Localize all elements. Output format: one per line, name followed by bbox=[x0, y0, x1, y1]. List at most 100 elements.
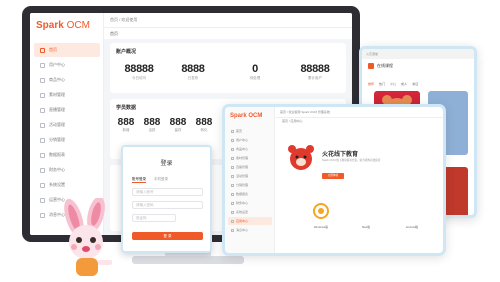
nav-icon bbox=[231, 210, 234, 214]
stat: 888 新增 bbox=[116, 117, 136, 133]
card-title: 学员数据 bbox=[116, 105, 137, 111]
tablet-nav-item-active[interactable]: 应用中心 bbox=[228, 217, 272, 225]
tab-hot[interactable]: 热门 bbox=[379, 82, 385, 86]
breadcrumb: 首页 bbox=[104, 28, 352, 39]
tab-cert[interactable]: 考证 bbox=[412, 82, 418, 86]
app-caption: Mac版 bbox=[361, 225, 371, 229]
sidebar-item-products[interactable]: 商品中心 bbox=[34, 73, 100, 87]
tablet-sidebar: Spark OCM 首页 用户中心 商品中心 素材管理 直播管理 活动管理 分销… bbox=[225, 107, 275, 253]
phone-header: 在线课程 bbox=[368, 63, 393, 69]
monitor-stand-base bbox=[132, 256, 244, 264]
login-button[interactable]: 登 录 bbox=[132, 232, 203, 240]
breadcrumb-label: 首页 bbox=[110, 30, 118, 36]
sidebar-item-home[interactable]: 首页 bbox=[34, 43, 100, 57]
metric: 0 待处理 bbox=[234, 63, 276, 81]
brand-logo[interactable]: Spark OCM bbox=[36, 20, 90, 31]
tablet-banner-title: 火花线下教育 bbox=[322, 152, 359, 158]
captcha-input[interactable]: 验证码 bbox=[132, 214, 176, 222]
home-icon bbox=[40, 47, 45, 53]
sidebar-item-finance[interactable]: 财务中心 bbox=[34, 163, 100, 177]
app-item-mac[interactable]: Mac版 bbox=[351, 207, 381, 229]
sidebar-item-label: 活动管理 bbox=[49, 122, 65, 127]
tablet-nav-item[interactable]: 商品中心 bbox=[228, 145, 272, 153]
metric-value: 0 bbox=[252, 63, 258, 75]
tab-phone-login[interactable]: 手机登录 bbox=[154, 177, 168, 183]
sidebar-item-users[interactable]: 用户中心 bbox=[34, 58, 100, 72]
media-icon bbox=[40, 92, 45, 98]
sidebar-item-label: 系统设置 bbox=[49, 182, 65, 187]
tab-account-login[interactable]: 账号登录 bbox=[132, 177, 146, 183]
app-logo-icon bbox=[368, 63, 374, 69]
phone-header-title: 在线课程 bbox=[377, 63, 393, 68]
account-input[interactable]: 请输入账号 bbox=[132, 188, 203, 196]
app-caption: Android版 bbox=[405, 225, 419, 229]
metric-label: 已发布 bbox=[187, 76, 199, 80]
tablet-nav-item[interactable]: 消息中心 bbox=[228, 226, 272, 234]
nav-icon bbox=[231, 183, 234, 187]
sidebar-item-activity[interactable]: 活动管理 bbox=[34, 118, 100, 132]
sidebar-item-label: 商品中心 bbox=[49, 77, 65, 82]
sidebar-item-media[interactable]: 素材管理 bbox=[34, 88, 100, 102]
tablet-nav-label: 系统设置 bbox=[236, 210, 249, 214]
tablet-banner-desc: Spark OCM 线下教育解决方案，助力机构高效运营 bbox=[322, 159, 381, 162]
live-icon bbox=[40, 107, 45, 113]
rabbit-mascot bbox=[64, 198, 112, 276]
tablet-nav-item[interactable]: 分销管理 bbox=[228, 181, 272, 189]
metric-value: 8888 bbox=[181, 63, 205, 75]
app-caption: Windows版 bbox=[313, 225, 329, 229]
tablet-nav-item[interactable]: 系统设置 bbox=[228, 208, 272, 216]
tablet-nav-item[interactable]: 素材管理 bbox=[228, 154, 272, 162]
app-item-android[interactable]: Android版 bbox=[397, 207, 427, 229]
tablet-nav: 首页 用户中心 商品中心 素材管理 直播管理 活动管理 分销管理 数据报表 财务… bbox=[225, 127, 275, 235]
metric: 88888 累计用户 bbox=[294, 63, 336, 81]
tab-adult[interactable]: 成人 bbox=[401, 82, 407, 86]
app-item-windows[interactable]: Windows版 bbox=[306, 207, 336, 229]
stat-value: 888 bbox=[169, 117, 187, 128]
sidebar-item-live[interactable]: 直播管理 bbox=[34, 103, 100, 117]
stat: 888 转化 bbox=[194, 117, 214, 133]
topbar: 首页 / 欢迎使用 bbox=[104, 13, 352, 28]
tablet-logo[interactable]: Spark OCM bbox=[230, 113, 262, 119]
tablet-nav-label: 用户中心 bbox=[236, 138, 249, 142]
stat-label: 活跃 bbox=[148, 128, 156, 132]
tab-recommend[interactable]: 推荐 bbox=[368, 82, 374, 86]
activity-icon bbox=[40, 122, 45, 128]
phone-statusbar-text: 火花课堂 bbox=[366, 52, 379, 56]
tablet-nav-label: 消息中心 bbox=[236, 228, 249, 232]
login-title: 登录 bbox=[160, 161, 173, 167]
tablet-nav-label: 分销管理 bbox=[236, 183, 249, 187]
tablet-nav-item[interactable]: 财务中心 bbox=[228, 199, 272, 207]
card-title: 账户概况 bbox=[116, 49, 137, 55]
chart-icon bbox=[40, 152, 45, 158]
nav-icon bbox=[231, 219, 234, 223]
nav-icon bbox=[231, 147, 234, 151]
tablet-nav-item[interactable]: 直播管理 bbox=[228, 163, 272, 171]
phone-tabs: 推荐 热门 少儿 成人 考证 bbox=[368, 82, 418, 86]
password-input[interactable]: 请输入密码 bbox=[132, 201, 203, 209]
tablet-topbar: 首页 / 欢迎使用 Spark OCM 管理系统 bbox=[276, 107, 443, 118]
brand-name: Spark bbox=[36, 20, 64, 31]
stat-label: 留存 bbox=[174, 128, 182, 132]
metric-label: 待处理 bbox=[249, 76, 261, 80]
sidebar-item-share[interactable]: 分销管理 bbox=[34, 133, 100, 147]
metric-label: 今日访问 bbox=[132, 76, 146, 80]
stat-label: 转化 bbox=[200, 128, 208, 132]
phone-statusbar: 火花课堂 bbox=[362, 49, 474, 59]
topbar-text: 首页 / 欢迎使用 bbox=[110, 17, 138, 22]
tab-kids[interactable]: 少儿 bbox=[390, 82, 396, 86]
sidebar-item-reports[interactable]: 数据报表 bbox=[34, 148, 100, 162]
tablet-nav-item[interactable]: 用户中心 bbox=[228, 136, 272, 144]
account-overview-card: 账户概况 88888 今日访问 8888 已发布 0 待处理 88888 累计用… bbox=[110, 43, 346, 93]
tablet-nav-label: 数据报表 bbox=[236, 192, 249, 196]
tablet-nav-item[interactable]: 活动管理 bbox=[228, 172, 272, 180]
sidebar-item-label: 首页 bbox=[49, 47, 57, 52]
tablet-banner-button[interactable]: 立即体验 bbox=[322, 173, 344, 179]
sidebar-item-label: 财务中心 bbox=[49, 167, 65, 172]
tablet-device: Spark OCM 首页 用户中心 商品中心 素材管理 直播管理 活动管理 分销… bbox=[222, 104, 446, 256]
ops-icon bbox=[40, 197, 45, 203]
tablet-nav-item[interactable]: 首页 bbox=[228, 127, 272, 135]
metric-value: 88888 bbox=[124, 63, 154, 75]
sidebar-item-settings[interactable]: 系统设置 bbox=[34, 178, 100, 192]
tablet-nav-item[interactable]: 数据报表 bbox=[228, 190, 272, 198]
brand-suffix: OCM bbox=[63, 20, 90, 31]
